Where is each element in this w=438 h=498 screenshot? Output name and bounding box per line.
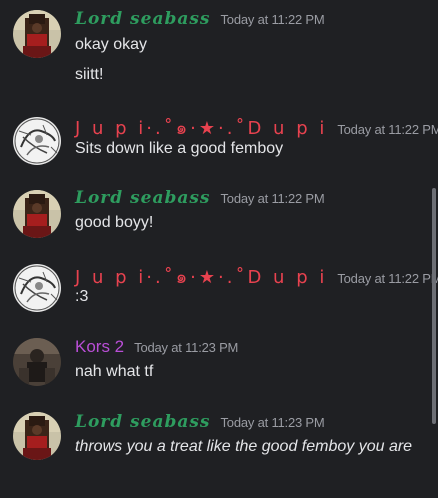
message-header: Lord seabass Today at 11:22 PM (75, 9, 325, 29)
message-text: siitt! (75, 66, 104, 83)
scrollbar[interactable] (432, 188, 436, 424)
message-header: Kors 2 Today at 11:23 PM (75, 337, 238, 357)
avatar-lord-seabass[interactable] (13, 412, 61, 460)
timestamp: Today at 11:23 PM (134, 340, 239, 355)
chat-message-list[interactable]: Lord seabass Today at 11:22 PM okay okay… (0, 0, 438, 498)
message-header: Lord seabass Today at 11:22 PM (75, 188, 325, 208)
message-header: J u p i·.˚๑·★·.˚D u p i Today at 11:22 P… (75, 113, 438, 142)
message-header: J u p i·.˚๑·★·.˚D u p i Today at 11:22 P… (75, 262, 438, 291)
avatar-lord-seabass[interactable] (13, 190, 61, 238)
message-text: :3 (75, 288, 89, 305)
avatar-kors-2[interactable] (13, 338, 61, 386)
message-text: throws you a treat like the good femboy … (75, 438, 413, 455)
author-name[interactable]: Lord seabass (75, 9, 211, 29)
timestamp: Today at 11:22 PM (337, 122, 438, 137)
author-name[interactable]: Lord seabass (75, 188, 211, 208)
author-name[interactable]: J u p i·.˚๑·★·.˚D u p i (75, 262, 327, 291)
message-text: nah what tf (75, 363, 154, 380)
timestamp: Today at 11:23 PM (220, 415, 325, 430)
avatar-jupi[interactable] (13, 264, 61, 312)
author-name[interactable]: Kors 2 (75, 337, 124, 357)
message-text: Sits down like a good femboy (75, 140, 284, 157)
message-header: Lord seabass Today at 11:23 PM (75, 412, 325, 432)
timestamp: Today at 11:22 PM (220, 191, 325, 206)
message-text: good boyy! (75, 214, 154, 231)
author-name[interactable]: J u p i·.˚๑·★·.˚D u p i (75, 113, 327, 142)
timestamp: Today at 11:22 PM (337, 271, 438, 286)
avatar-lord-seabass[interactable] (13, 10, 61, 58)
avatar-jupi[interactable] (13, 117, 61, 165)
message-text: okay okay (75, 36, 148, 53)
timestamp: Today at 11:22 PM (220, 12, 325, 27)
author-name[interactable]: Lord seabass (75, 412, 211, 432)
